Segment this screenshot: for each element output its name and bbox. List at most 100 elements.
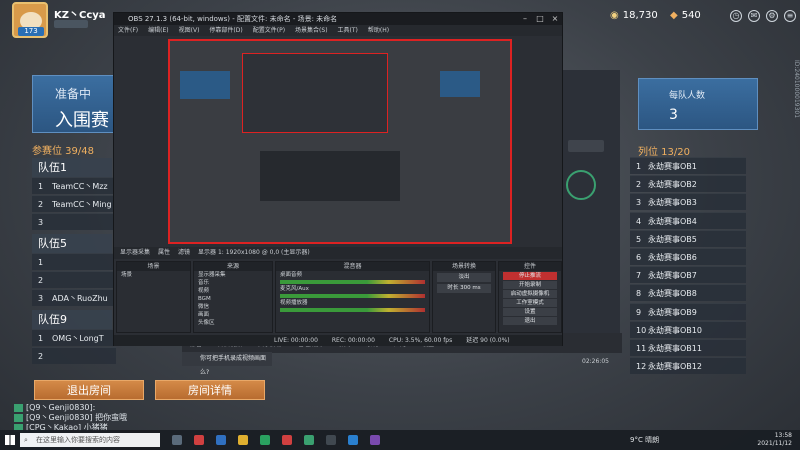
obs-toolbar-item[interactable]: 显示器 1: 1920x1080 @ 0,0 (主显示器) xyxy=(198,247,310,259)
taskbar-search-input[interactable]: ⌕ 在这里输入你要搜索的内容 xyxy=(20,433,160,447)
queue-row[interactable]: 12 永劫赛事OB12 xyxy=(630,357,746,375)
user-avatar[interactable]: 173 xyxy=(12,2,48,38)
team-slot[interactable]: 3 xyxy=(32,213,116,230)
gem-value: 540 xyxy=(681,10,701,21)
obs-toolbar-item[interactable]: 属性 xyxy=(158,247,170,259)
settings-icon[interactable]: ⚙ xyxy=(766,10,778,22)
queue-row[interactable]: 10 永劫赛事OB10 xyxy=(630,320,746,338)
maximize-icon[interactable]: □ xyxy=(533,13,547,25)
status-label: 准备中 xyxy=(55,87,92,101)
participant-count: 参赛位 39/48 xyxy=(32,146,94,157)
taskbar: ⌕ 在这里输入你要搜索的内容 9°C 晴朗 13:58 2021/11/12 xyxy=(0,430,800,450)
queue-row[interactable]: 2 永劫赛事OB2 xyxy=(630,175,746,193)
obs-menu-item[interactable]: 编辑(E) xyxy=(148,25,168,36)
app-icon[interactable] xyxy=(282,435,292,445)
obs-menu-item[interactable]: 工具(T) xyxy=(338,25,358,36)
app-icon[interactable] xyxy=(348,435,358,445)
queue-row[interactable]: 5 永劫赛事OB5 xyxy=(630,229,746,247)
control-button[interactable]: 设置 xyxy=(503,308,557,316)
user-level: 173 xyxy=(18,27,44,36)
browser-icon[interactable] xyxy=(260,435,270,445)
slot-player: OMG丶LongT xyxy=(52,334,104,343)
slot-number: 2 xyxy=(38,352,44,361)
preview-members-card xyxy=(440,71,480,97)
obs-menu-item[interactable]: 停靠部件(D) xyxy=(209,25,242,36)
close-icon[interactable]: × xyxy=(548,13,562,25)
weather-widget[interactable]: 9°C 晴朗 xyxy=(630,435,659,445)
obs-toolbar-item[interactable]: 显示器采集 xyxy=(120,247,150,259)
obs-window[interactable]: OBS 27.1.3 (64-bit, windows) - 配置文件: 未命名… xyxy=(113,12,563,346)
team-slot[interactable]: 1 OMG丶LongT xyxy=(32,329,116,346)
team-slot[interactable]: 1 xyxy=(32,253,116,270)
queue-name: 永劫赛事OB12 xyxy=(648,362,702,372)
team-slot[interactable]: 1 TeamCC丶Mzz xyxy=(32,177,116,194)
queue-number: 12 xyxy=(636,362,647,372)
queue-row[interactable]: 9 永劫赛事OB9 xyxy=(630,302,746,320)
mail-icon[interactable]: ✉ xyxy=(748,10,760,22)
control-button[interactable]: 停止推流 xyxy=(503,272,557,280)
queue-row[interactable]: 3 永劫赛事OB3 xyxy=(630,193,746,211)
room-id: ID:2401000019301 xyxy=(793,60,800,119)
app-icon[interactable] xyxy=(304,435,314,445)
control-button[interactable]: 工作室模式 xyxy=(503,299,557,307)
queue-name: 永劫赛事OB3 xyxy=(648,198,697,208)
queue-row[interactable]: 6 永劫赛事OB6 xyxy=(630,248,746,265)
exit-room-button[interactable]: 退出房间 xyxy=(34,380,144,400)
source-item[interactable]: 头像区 xyxy=(194,319,272,327)
queue-row[interactable]: 1 永劫赛事OB1 xyxy=(630,157,746,174)
minimize-icon[interactable]: – xyxy=(518,13,532,25)
file-explorer-icon[interactable] xyxy=(238,435,248,445)
room-details-button[interactable]: 房间详情 xyxy=(155,380,265,400)
obs-status-item: CPU: 3.5%, 60.00 fps xyxy=(388,337,453,344)
obs-menu-item[interactable]: 视图(V) xyxy=(179,25,200,36)
source-item[interactable]: 画面 xyxy=(194,311,272,319)
obs-source-toolbar: 显示器采集 属性 滤镜 显示器 1: 1920x1080 @ 0,0 (主显示器) xyxy=(114,247,562,259)
control-button[interactable]: 退出 xyxy=(503,317,557,325)
system-clock[interactable]: 13:58 2021/11/12 xyxy=(757,432,792,448)
queue-number: 3 xyxy=(636,198,642,208)
obs-toolbar-item[interactable]: 滤镜 xyxy=(178,247,190,259)
team-slot[interactable]: 2 TeamCC丶Ming xyxy=(32,195,116,212)
transition-select[interactable]: 淡出 xyxy=(437,273,491,282)
control-button[interactable]: 开始录制 xyxy=(503,281,557,289)
queue-name: 永劫赛事OB11 xyxy=(648,344,702,353)
scene-item[interactable]: 场景 xyxy=(117,271,190,279)
queue-row[interactable]: 11 永劫赛事OB11 xyxy=(630,339,746,356)
transition-duration[interactable]: 时长 300 ms xyxy=(437,284,491,293)
queue-row[interactable]: 7 永劫赛事OB7 xyxy=(630,266,746,284)
queue-row[interactable]: 8 永劫赛事OB8 xyxy=(630,284,746,302)
meeting-panel-button[interactable] xyxy=(568,140,604,152)
clock-icon[interactable]: ◷ xyxy=(730,10,742,22)
meeting-avatar xyxy=(566,170,596,200)
obs-menu-item[interactable]: 帮助(H) xyxy=(368,25,389,36)
windows-start-icon[interactable] xyxy=(5,435,15,445)
menu-icon[interactable]: ≡ xyxy=(784,10,796,22)
coin-value: 18,730 xyxy=(622,10,658,21)
team-header: 队伍5 xyxy=(32,234,112,254)
app-icon[interactable] xyxy=(216,435,226,445)
obs-menu-bar: 文件(F) 编辑(E) 视图(V) 停靠部件(D) 配置文件(P) 场景集合(S) 工具(T… xyxy=(114,25,562,36)
obs-menu-item[interactable]: 场景集合(S) xyxy=(295,25,328,36)
queue-number: 6 xyxy=(636,253,642,262)
source-item[interactable]: 微信 xyxy=(194,303,272,311)
source-item[interactable]: 视频 xyxy=(194,287,272,295)
slot-player: TeamCC丶Mzz xyxy=(52,182,108,191)
app-icon[interactable] xyxy=(370,435,380,445)
team-slot[interactable]: 2 xyxy=(32,347,116,364)
queue-row[interactable]: 4 永劫赛事OB4 xyxy=(630,211,746,229)
app-icon[interactable] xyxy=(194,435,204,445)
source-item[interactable]: 显示器采集 xyxy=(194,271,272,279)
task-view-icon[interactable] xyxy=(172,435,182,445)
coin-balance: ◉ 18,730 xyxy=(610,10,658,21)
team-slot[interactable]: 3 ADA丶RuoZhu xyxy=(32,289,116,306)
obs-icon[interactable] xyxy=(326,435,336,445)
source-item[interactable]: 音乐 xyxy=(194,279,272,287)
mixer-channel: 麦克风/Aux xyxy=(280,286,309,292)
obs-menu-item[interactable]: 文件(F) xyxy=(118,25,138,36)
team-slot[interactable]: 2 xyxy=(32,271,116,288)
obs-preview[interactable] xyxy=(168,39,512,244)
source-item[interactable]: BGM xyxy=(194,295,272,303)
queue-number: 1 xyxy=(636,162,642,171)
obs-menu-item[interactable]: 配置文件(P) xyxy=(253,25,285,36)
control-button[interactable]: 启动虚拟摄像机 xyxy=(503,290,557,298)
